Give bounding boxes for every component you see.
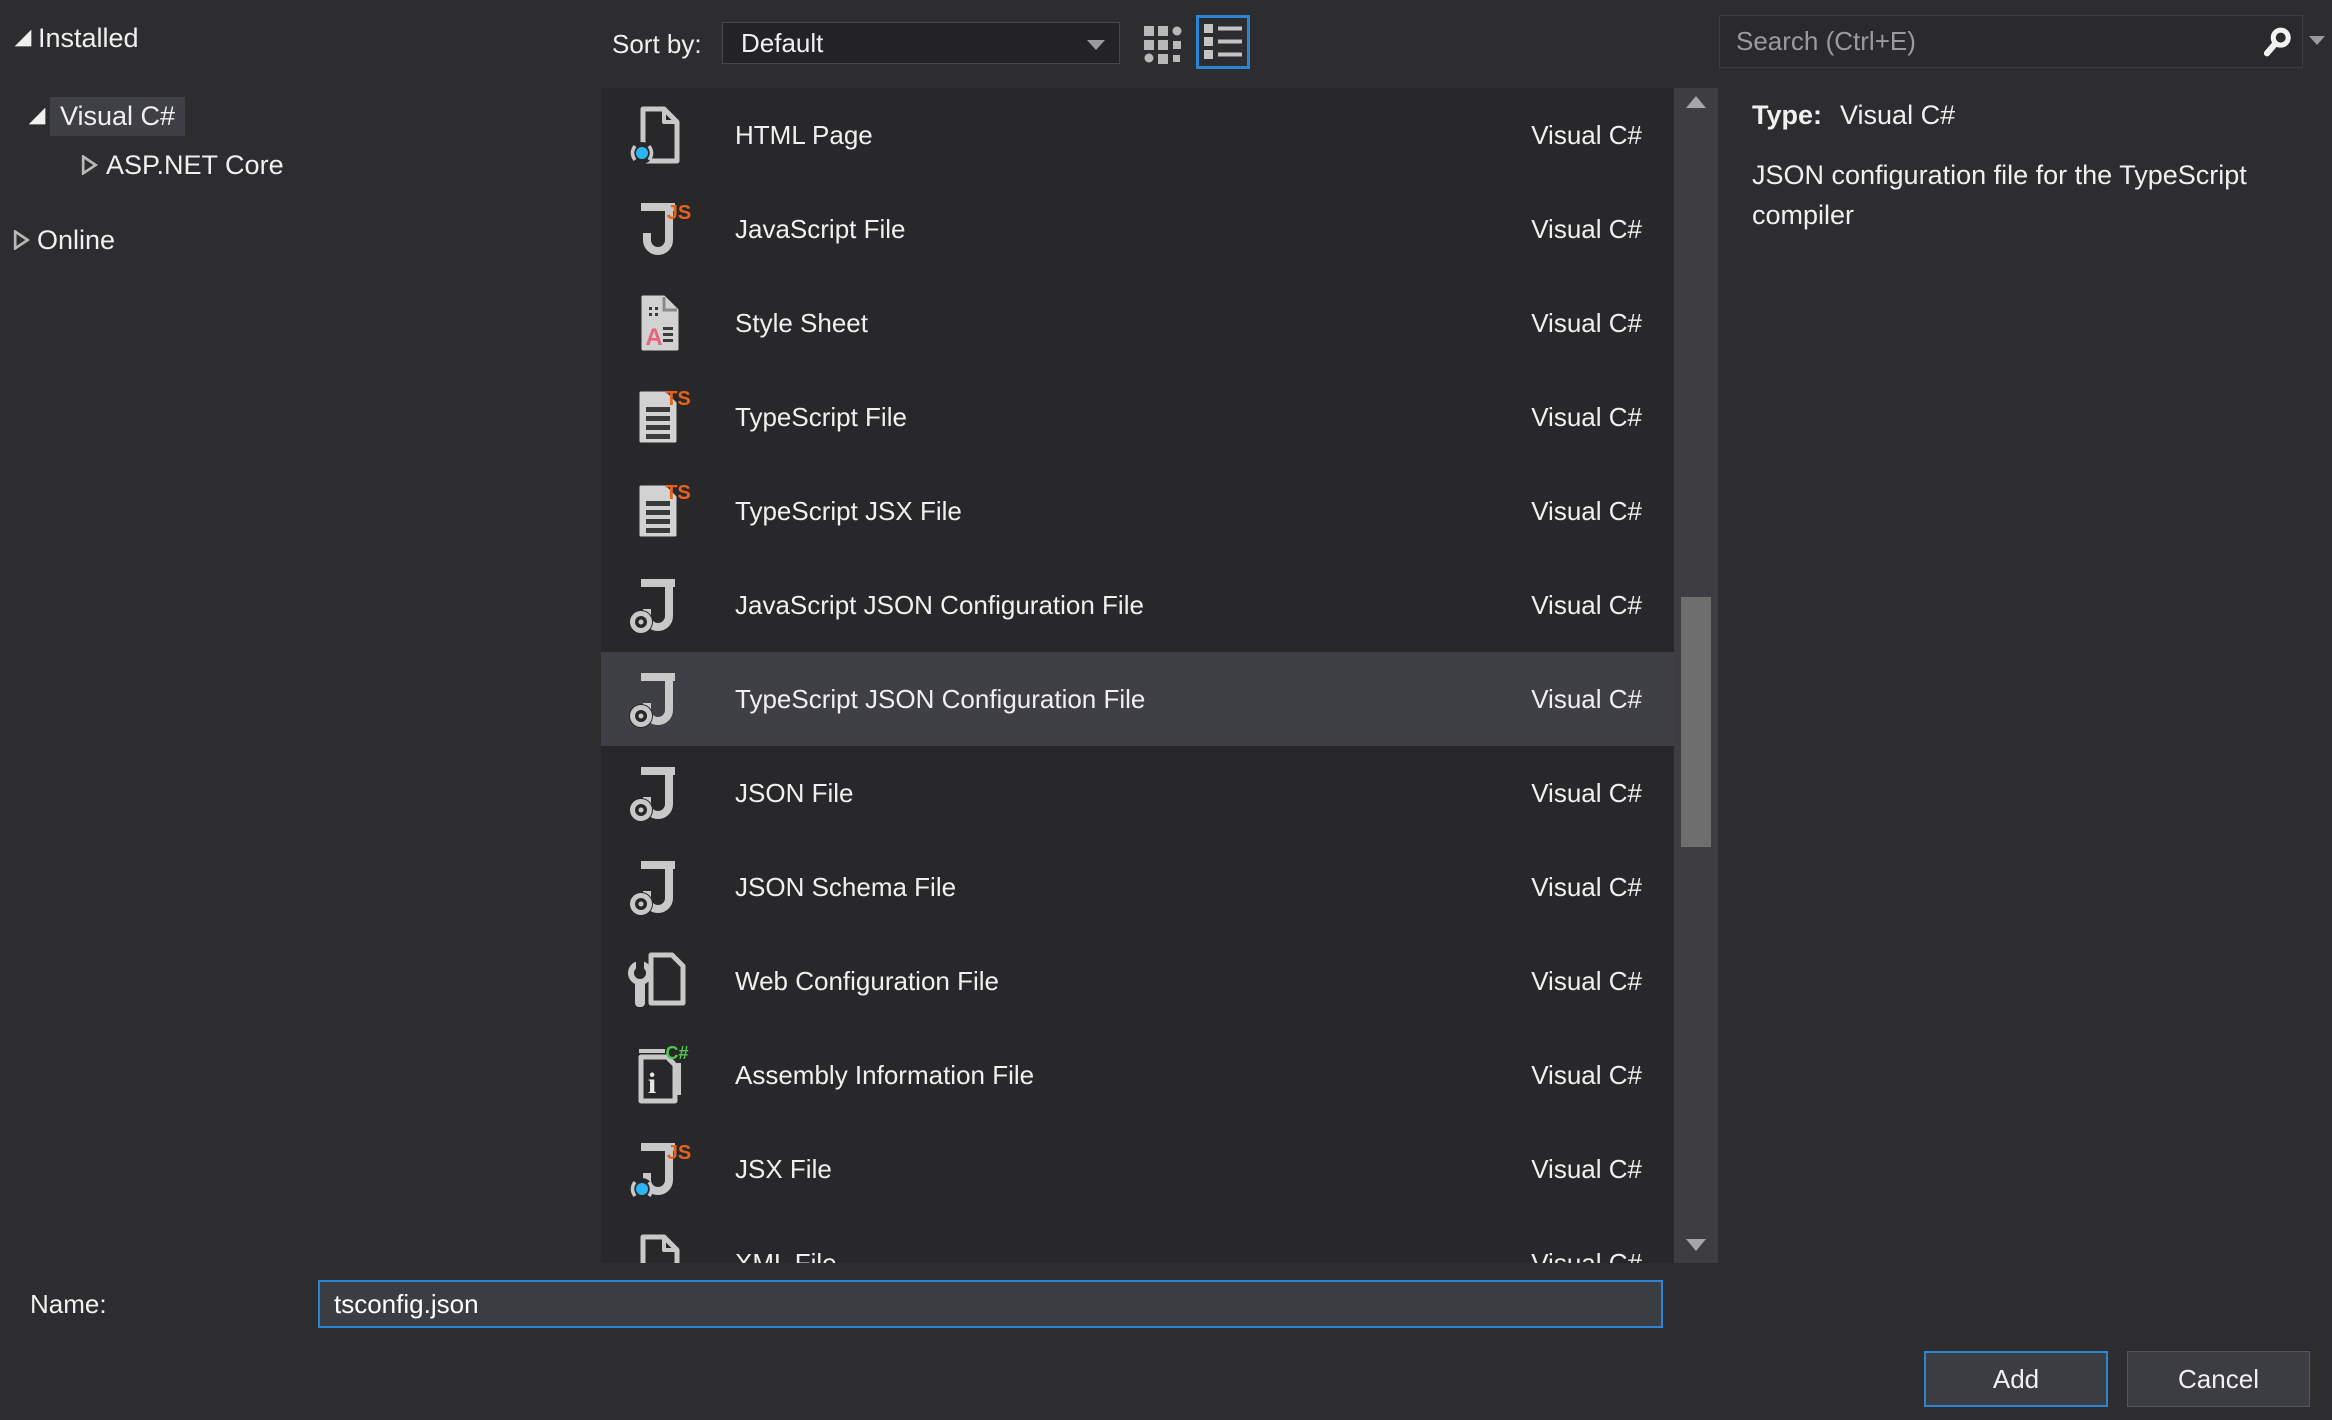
search-icon[interactable] (2262, 27, 2292, 57)
tree-item-asp-net-core[interactable]: ASP.NET Core (0, 144, 601, 186)
scroll-thumb[interactable] (1681, 597, 1711, 847)
template-name: JavaScript JSON Configuration File (735, 590, 1144, 621)
svg-text:i: i (648, 1067, 656, 1100)
list-view-button[interactable] (1196, 15, 1250, 69)
template-language: Visual C# (1531, 1060, 1642, 1091)
template-list: HTML Page Visual C# JS JavaScript File V… (601, 88, 1718, 1263)
tree-item-visual-c-[interactable]: Visual C# (0, 95, 601, 137)
category-tree: Installed Visual C# ASP.NET Core Online (0, 0, 601, 1263)
template-language: Visual C# (1531, 1154, 1642, 1185)
tree-item-installed[interactable]: Installed (0, 17, 601, 59)
template-list-item[interactable]: XML File Visual C# (601, 1216, 1674, 1263)
template-language: Visual C# (1531, 402, 1642, 433)
json-config-icon (627, 761, 691, 825)
tree-item-label: Online (27, 221, 125, 260)
scrollbar[interactable] (1674, 88, 1718, 1263)
template-description: JSON configuration file for the TypeScri… (1752, 155, 2317, 235)
tree-item-label: Visual C# (50, 97, 185, 136)
template-name: Style Sheet (735, 308, 868, 339)
template-language: Visual C# (1531, 214, 1642, 245)
template-name: JSON Schema File (735, 872, 956, 903)
javascript-file-icon: JS (627, 197, 691, 261)
type-label: Type: (1752, 100, 1822, 130)
template-language: Visual C# (1531, 120, 1642, 151)
template-name: JSX File (735, 1154, 832, 1185)
template-name: XML File (735, 1248, 837, 1264)
template-name: JavaScript File (735, 214, 906, 245)
type-value: Visual C# (1840, 100, 1955, 130)
web-config-icon (627, 949, 691, 1013)
template-list-item[interactable]: A Style Sheet Visual C# (601, 276, 1674, 370)
template-language: Visual C# (1531, 872, 1642, 903)
template-list-item[interactable]: TS TypeScript JSX File Visual C# (601, 464, 1674, 558)
json-config-icon (627, 855, 691, 919)
template-list-item[interactable]: HTML Page Visual C# (601, 88, 1674, 182)
template-language: Visual C# (1531, 308, 1642, 339)
tree-item-label: ASP.NET Core (96, 146, 294, 185)
template-name: Assembly Information File (735, 1060, 1034, 1091)
typescript-file-icon: TS (627, 385, 691, 449)
svg-text:JS: JS (667, 202, 691, 224)
name-label: Name: (30, 1280, 107, 1328)
search-options-chevron-icon[interactable] (2309, 36, 2325, 45)
xml-file-icon (627, 1231, 691, 1263)
scroll-up-arrow[interactable] (1686, 96, 1706, 108)
svg-text:TS: TS (665, 482, 691, 504)
template-language: Visual C# (1531, 684, 1642, 715)
cancel-button[interactable]: Cancel (2127, 1351, 2310, 1407)
html-page-icon (627, 103, 691, 167)
tree-item-online[interactable]: Online (0, 219, 601, 261)
template-language: Visual C# (1531, 496, 1642, 527)
svg-text:A: A (645, 324, 662, 351)
chevron-down-icon (1087, 40, 1105, 50)
sort-by-label: Sort by: (612, 0, 702, 88)
add-new-item-dialog: Sort by: Default (0, 0, 2332, 1420)
template-list-item[interactable]: JavaScript JSON Configuration File Visua… (601, 558, 1674, 652)
grid-view-icon (1144, 26, 1186, 64)
template-language: Visual C# (1531, 1248, 1642, 1264)
template-list-item[interactable]: JSON Schema File Visual C# (601, 840, 1674, 934)
template-name: Web Configuration File (735, 966, 999, 997)
template-list-item[interactable]: JSON File Visual C# (601, 746, 1674, 840)
sort-by-value: Default (741, 28, 823, 59)
template-language: Visual C# (1531, 778, 1642, 809)
sort-by-dropdown[interactable]: Default (722, 22, 1120, 64)
template-list-item[interactable]: TS TypeScript File Visual C# (601, 370, 1674, 464)
template-name: HTML Page (735, 120, 873, 151)
template-list-item[interactable]: TypeScript JSON Configuration File Visua… (601, 652, 1674, 746)
template-name: TypeScript JSX File (735, 496, 962, 527)
info-panel: Type: Visual C# JSON configuration file f… (1752, 100, 2317, 235)
template-language: Visual C# (1531, 590, 1642, 621)
jsx-file-icon: JS (627, 1137, 691, 1201)
template-list-item[interactable]: JS JSX File Visual C# (601, 1122, 1674, 1216)
file-name-input[interactable] (318, 1280, 1663, 1328)
search-input[interactable] (1720, 26, 2262, 57)
template-name: TypeScript File (735, 402, 907, 433)
assembly-info-icon: i C# (627, 1043, 691, 1107)
add-button[interactable]: Add (1924, 1351, 2108, 1407)
template-list-item[interactable]: i C# Assembly Information File Visual C# (601, 1028, 1674, 1122)
template-list-item[interactable]: Web Configuration File Visual C# (601, 934, 1674, 1028)
svg-text:C#: C# (665, 1043, 688, 1063)
template-name: JSON File (735, 778, 853, 809)
tree-item-label: Installed (28, 19, 149, 58)
search-box (1719, 15, 2303, 68)
svg-text:TS: TS (665, 388, 691, 410)
template-list-item[interactable]: JS JavaScript File Visual C# (601, 182, 1674, 276)
expanded-triangle-icon[interactable] (26, 107, 48, 125)
scroll-down-arrow[interactable] (1686, 1239, 1706, 1251)
json-config-icon (627, 573, 691, 637)
json-config-icon (627, 667, 691, 731)
style-sheet-icon: A (627, 291, 691, 355)
list-view-icon (1204, 24, 1242, 60)
grid-view-button[interactable] (1140, 22, 1190, 68)
svg-text:JS: JS (667, 1142, 691, 1164)
typescript-file-icon: TS (627, 479, 691, 543)
template-name: TypeScript JSON Configuration File (735, 684, 1145, 715)
template-language: Visual C# (1531, 966, 1642, 997)
